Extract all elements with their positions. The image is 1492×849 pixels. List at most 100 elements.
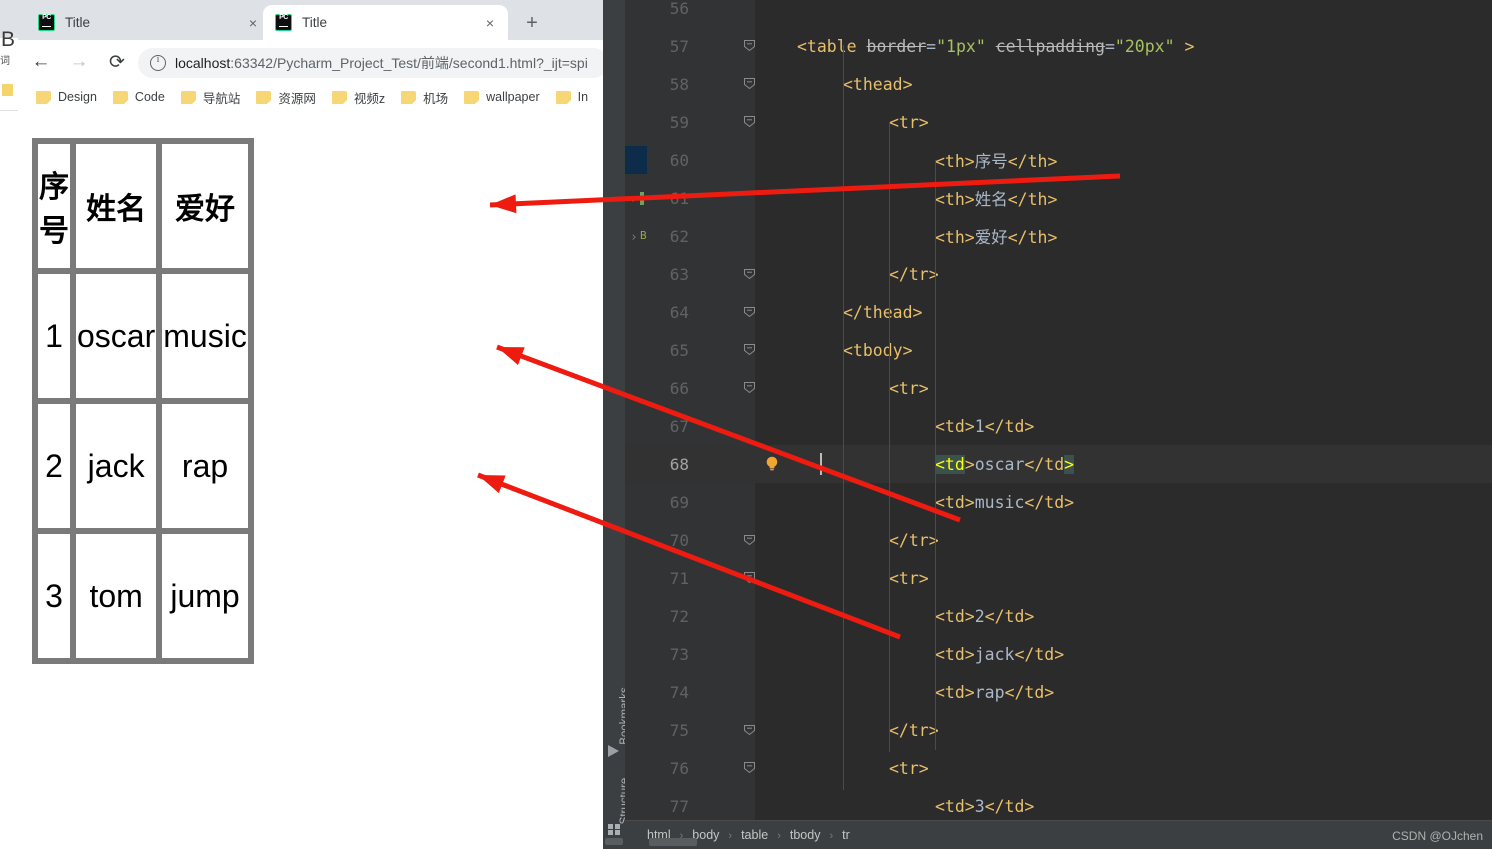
code-line[interactable]: 67 <td>1</td> <box>625 407 1492 445</box>
bookmark-item[interactable]: 机场 <box>401 88 448 107</box>
intention-bulb-icon[interactable] <box>765 456 779 471</box>
code-line[interactable]: › B 62 <th>爱好</th> <box>625 217 1492 255</box>
code-line[interactable]: 58 <thead> <box>625 65 1492 103</box>
fold-collapse-icon[interactable] <box>743 571 756 584</box>
back-arrow-icon[interactable]: ← <box>26 47 56 77</box>
close-icon[interactable]: × <box>480 13 500 33</box>
bookmark-item[interactable]: 资源网 <box>256 88 316 107</box>
code-line[interactable]: 72 <td>2</td> <box>625 597 1492 635</box>
fold-end-icon[interactable] <box>743 305 756 318</box>
text-caret <box>820 453 822 475</box>
code-line[interactable]: 66 <tr> <box>625 369 1492 407</box>
fold-collapse-icon[interactable] <box>743 115 756 128</box>
code-line[interactable]: 70 </tr> <box>625 521 1492 559</box>
table-body: 1 oscar music 2 jack rap 3 tom jump <box>35 271 251 661</box>
browser-tab-1[interactable]: Title × <box>26 5 271 40</box>
url-host: localhost <box>175 55 231 71</box>
code-line[interactable]: 77 <td>3</td> <box>625 787 1492 820</box>
background-cn-text: 词 <box>0 56 10 67</box>
fold-collapse-icon[interactable] <box>743 761 756 774</box>
code-token: <td> <box>935 796 975 816</box>
forward-arrow-icon[interactable]: → <box>64 47 94 77</box>
line-number: 76 <box>669 759 689 778</box>
code-token: <table <box>797 36 867 56</box>
code-token: <tr> <box>889 378 929 398</box>
info-circle-icon[interactable] <box>150 54 166 71</box>
code-line[interactable]: 75 </tr> <box>625 711 1492 749</box>
code-line[interactable]: 64 </thead> <box>625 293 1492 331</box>
code-line[interactable]: 57 <table border="1px" cellpadding="20px"… <box>625 27 1492 65</box>
breadcrumb-separator: › <box>829 830 834 842</box>
reload-icon[interactable]: ⟳ <box>102 47 132 77</box>
code-text: </tr> <box>889 531 939 550</box>
new-tab-button[interactable]: + <box>518 9 546 37</box>
fold-collapse-icon[interactable] <box>743 39 756 52</box>
chevron-right-icon[interactable]: › <box>630 192 638 207</box>
code-line[interactable]: › 61 <th>姓名</th> <box>625 179 1492 217</box>
breadcrumb-item[interactable]: tr <box>842 828 850 842</box>
code-editor[interactable]: 56 57 <table border="1px" cellpadding="20p… <box>625 0 1492 820</box>
bookmark-item[interactable]: In <box>555 90 588 104</box>
code-token: jack <box>974 644 1015 664</box>
code-line[interactable]: 76 <tr> <box>625 749 1492 787</box>
fold-collapse-icon[interactable] <box>743 343 756 356</box>
code-line[interactable]: 59 <tr> <box>625 103 1492 141</box>
folder-icon <box>401 90 417 104</box>
code-token: music <box>974 492 1025 512</box>
bookmark-flag-icon <box>608 745 619 757</box>
horizontal-scroll-thumb[interactable] <box>649 838 697 846</box>
close-icon[interactable]: × <box>243 13 263 33</box>
code-line[interactable]: 69 <td>music</td> <box>625 483 1492 521</box>
fold-collapse-icon[interactable] <box>743 77 756 90</box>
bookmark-item[interactable]: Design <box>36 90 97 104</box>
code-line[interactable]: 73 <td>jack</td> <box>625 635 1492 673</box>
code-token: <td> <box>935 606 975 626</box>
code-token: </td <box>1024 454 1065 474</box>
web-page-viewport: 序号 姓名 爱好 1 oscar music 2 jack rap 3 tom jump <box>18 110 603 849</box>
table-cell: jack <box>73 401 160 531</box>
browser-tab-2[interactable]: Title × <box>263 5 508 40</box>
code-text: <td>oscar</td> <box>935 454 1075 474</box>
line-number: 62 <box>669 227 689 246</box>
line-number: 68 <box>669 455 689 474</box>
fold-collapse-icon[interactable] <box>743 381 756 394</box>
bookmark-mnemonic-icon[interactable] <box>640 192 644 205</box>
address-bar[interactable]: localhost:63342/Pycharm_Project_Test/前端/… <box>138 48 603 78</box>
fold-end-icon[interactable] <box>743 723 756 736</box>
breadcrumb-item[interactable]: table <box>741 828 768 842</box>
code-line[interactable]: 65 <tbody> <box>625 331 1492 369</box>
code-token: <td> <box>935 492 975 512</box>
code-line[interactable]: 56 <box>625 0 1492 27</box>
bookmark-item[interactable]: Code <box>112 90 165 104</box>
breadcrumb-item[interactable]: tbody <box>790 828 821 842</box>
code-text: <th>姓名</th> <box>935 186 1057 210</box>
code-token: </td> <box>984 796 1035 816</box>
code-token: 序号 <box>974 152 1008 171</box>
bookmark-label: Design <box>58 90 97 104</box>
fold-end-icon[interactable] <box>743 533 756 546</box>
code-text: </thead> <box>843 303 922 322</box>
strip-scroll-thumb[interactable] <box>605 838 623 845</box>
code-line[interactable]: 63 </tr> <box>625 255 1492 293</box>
chevron-right-icon[interactable]: › <box>630 230 638 245</box>
code-token: <th> <box>935 228 975 247</box>
bookmark-label: 视频z <box>353 91 386 106</box>
bookmark-item[interactable]: wallpaper <box>464 90 540 104</box>
bookmark-item[interactable]: 导航站 <box>180 88 240 107</box>
code-line[interactable]: 71 <tr> <box>625 559 1492 597</box>
code-text: <th>爱好</th> <box>935 224 1057 248</box>
line-number: 70 <box>669 531 689 550</box>
code-token: <td> <box>935 682 975 702</box>
table-cell: 2 <box>35 401 73 531</box>
breadcrumb: html › body › table › tbody › tr CSDN @OJchen <box>625 820 1492 849</box>
code-line[interactable]: 60 <th>序号</th> <box>625 141 1492 179</box>
code-token: cellpadding <box>995 36 1105 56</box>
code-token: = <box>926 36 937 56</box>
code-line[interactable]: 68 <td>oscar</td> <box>625 445 1492 483</box>
code-token: </td> <box>984 416 1035 436</box>
folder-icon <box>555 90 571 104</box>
code-line[interactable]: 74 <td>rap</td> <box>625 673 1492 711</box>
browser-tab-1-title: Title <box>65 15 91 30</box>
fold-end-icon[interactable] <box>743 267 756 280</box>
bookmark-item[interactable]: 视频z <box>331 88 386 107</box>
